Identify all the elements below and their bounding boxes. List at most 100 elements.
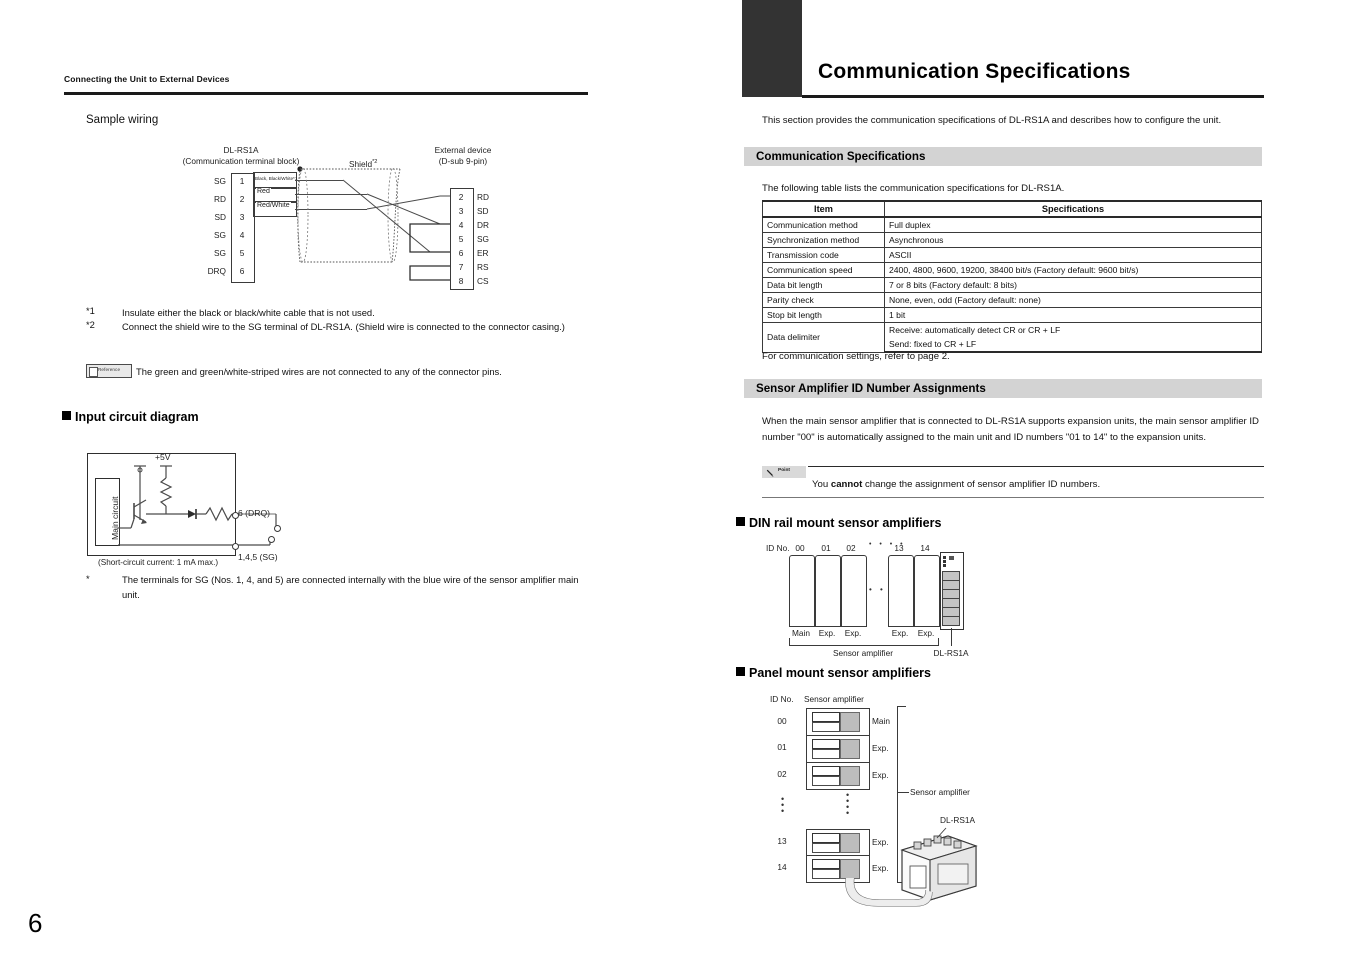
- table-cell-spec: 1 bit: [884, 307, 1262, 323]
- panel-type-00: Main: [872, 716, 890, 726]
- table-row: Transmission code ASCII: [762, 247, 1262, 263]
- table-row: Data bit length 7 or 8 bits (Factory defa…: [762, 277, 1262, 293]
- din-amp-exp-01: [815, 555, 841, 627]
- section1-after-table-note: For communication settings, refer to pag…: [762, 351, 950, 362]
- din-id-14: 14: [920, 543, 930, 553]
- point-badge-label: Point: [778, 467, 790, 473]
- table-cell-spec: Receive: automatically detect CR or CR +…: [884, 322, 1262, 337]
- table-row: Communication method Full duplex: [762, 216, 1262, 233]
- panel-button-13: [812, 843, 840, 853]
- section1-heading-label: Communication Specifications: [756, 150, 926, 163]
- table-cell-spec: Asynchronous: [884, 232, 1262, 248]
- panel-connector-01: [840, 739, 860, 759]
- din-amp-exp-13: [888, 555, 914, 627]
- table-cell-spec: None, even, odd (Factory default: none): [884, 292, 1262, 308]
- panel-brace-leader: [897, 792, 909, 793]
- panel-id-14: 14: [777, 862, 787, 872]
- din-led-2: [943, 560, 946, 563]
- table-cell-spec: ASCII: [884, 247, 1262, 263]
- din-id-00: 00: [795, 543, 805, 553]
- panel-column-label: Sensor amplifier: [804, 694, 864, 704]
- input-circuit-diagram: Main circuit +5V 6 (DRQ) 1,4,5 (SG) (Sho…: [0, 0, 676, 640]
- panel-button-02: [812, 776, 840, 786]
- din-brace-sensor-amplifier: [789, 638, 939, 646]
- section-heading-communication-specifications: Communication Specifications: [744, 147, 1262, 166]
- panel-button-01: [812, 749, 840, 759]
- table-row: Communication speed 2400, 4800, 9600, 192…: [762, 262, 1262, 278]
- din-led-3: [943, 564, 946, 567]
- panel-cable: [845, 877, 933, 907]
- circuit-node-sg: [231, 542, 239, 550]
- table-cell-item: Data delimiter: [762, 322, 885, 353]
- section-bullet-icon-panel: [736, 667, 745, 676]
- din-unit-label-exp14: Exp.: [917, 628, 935, 638]
- din-amp-exp-02: [841, 555, 867, 627]
- panel-display-01: [812, 739, 840, 749]
- din-id-01: 01: [821, 543, 831, 553]
- panel-id-no-label: ID No.: [770, 694, 794, 704]
- table-cell-spec: Full duplex: [884, 216, 1262, 233]
- table-cell-item: Communication method: [762, 216, 885, 233]
- table-cell-spec: 2400, 4800, 9600, 19200, 38400 bit/s (Fa…: [884, 262, 1262, 278]
- panel-display-13: [812, 833, 840, 843]
- table-row: Parity check None, even, odd (Factory def…: [762, 292, 1262, 308]
- table-header-item: Item: [762, 200, 885, 218]
- pen-icon: [766, 469, 774, 477]
- section-heading-sensor-amplifier-id: Sensor Amplifier ID Number Assignments: [744, 379, 1262, 398]
- panel-type-01: Exp.: [872, 743, 889, 753]
- circuit-terminal-drq: [273, 524, 281, 532]
- panel-brace-label: Sensor amplifier: [910, 787, 970, 797]
- panel-connector-00: [840, 712, 860, 732]
- din-rail-heading: DIN rail mount sensor amplifiers: [736, 516, 941, 530]
- table-cell-item: Stop bit length: [762, 307, 885, 323]
- panel-id-ellipsis: • • •: [781, 794, 785, 816]
- din-display: [949, 556, 954, 560]
- panel-id-02: 02: [777, 769, 787, 779]
- din-brace-label: Sensor amplifier: [833, 648, 893, 658]
- chapter-title: Communication Specifications: [818, 60, 1131, 83]
- din-unit-label-exp1: Exp.: [818, 628, 836, 638]
- table-row: Synchronization method Asynchronous: [762, 232, 1262, 248]
- table-cell-item: Communication speed: [762, 262, 885, 278]
- chapter-intro: This section provides the communication …: [762, 115, 1222, 126]
- page-number: 6: [28, 908, 43, 938]
- panel-connector-02: [840, 766, 860, 786]
- circuit-footnote-mark: *: [86, 573, 90, 584]
- din-led-1: [943, 556, 946, 559]
- section-bullet-icon-din: [736, 517, 745, 526]
- panel-type-02: Exp.: [872, 770, 889, 780]
- table-cell-item: Data bit length: [762, 277, 885, 293]
- table-cell-item: Parity check: [762, 292, 885, 308]
- din-id-02: 02: [846, 543, 856, 553]
- panel-display-14: [812, 859, 840, 869]
- circuit-footnote-text: The terminals for SG (Nos. 1, 4, and 5) …: [122, 574, 579, 600]
- circuit-terminal-sg: [267, 535, 275, 543]
- circuit-schematic: [118, 465, 277, 546]
- point-rule-bottom: [762, 497, 1264, 498]
- panel-button-00: [812, 722, 840, 732]
- din-id-13: 13: [894, 543, 904, 553]
- table-row: Stop bit length 1 bit: [762, 307, 1262, 323]
- point-rule-top: [808, 466, 1264, 468]
- table-cell-item: Transmission code: [762, 247, 885, 263]
- short-circuit-note: (Short-circuit current: 1 mA max.): [98, 558, 219, 567]
- table-cell-spec: 7 or 8 bits (Factory default: 8 bits): [884, 277, 1262, 293]
- din-unit-label-main: Main: [792, 628, 810, 638]
- din-unit-label-exp2: Exp.: [844, 628, 862, 638]
- point-text-emphasis: cannot: [830, 479, 863, 490]
- section2-heading-label: Sensor Amplifier ID Number Assignments: [756, 382, 986, 395]
- panel-id-01: 01: [777, 742, 787, 752]
- din-rs1a-leader: [951, 628, 952, 646]
- point-badge: Point: [762, 466, 806, 478]
- panel-id-13: 13: [777, 836, 787, 846]
- chapter-tab-block: [742, 0, 802, 97]
- communication-specifications-table: Item Specifications Communication method…: [762, 200, 1262, 353]
- section1-lead: The following table lists the communicat…: [762, 183, 1065, 194]
- table-cell-item: Synchronization method: [762, 232, 885, 248]
- din-terminal-6: [942, 616, 960, 626]
- chapter-title-rule: [802, 95, 1264, 98]
- din-id-no-label: ID No.: [766, 543, 790, 553]
- panel-id-00: 00: [777, 716, 787, 726]
- left-page: Connecting the Unit to External Devices …: [0, 0, 676, 954]
- section2-paragraph: When the main sensor amplifier that is c…: [762, 416, 1259, 443]
